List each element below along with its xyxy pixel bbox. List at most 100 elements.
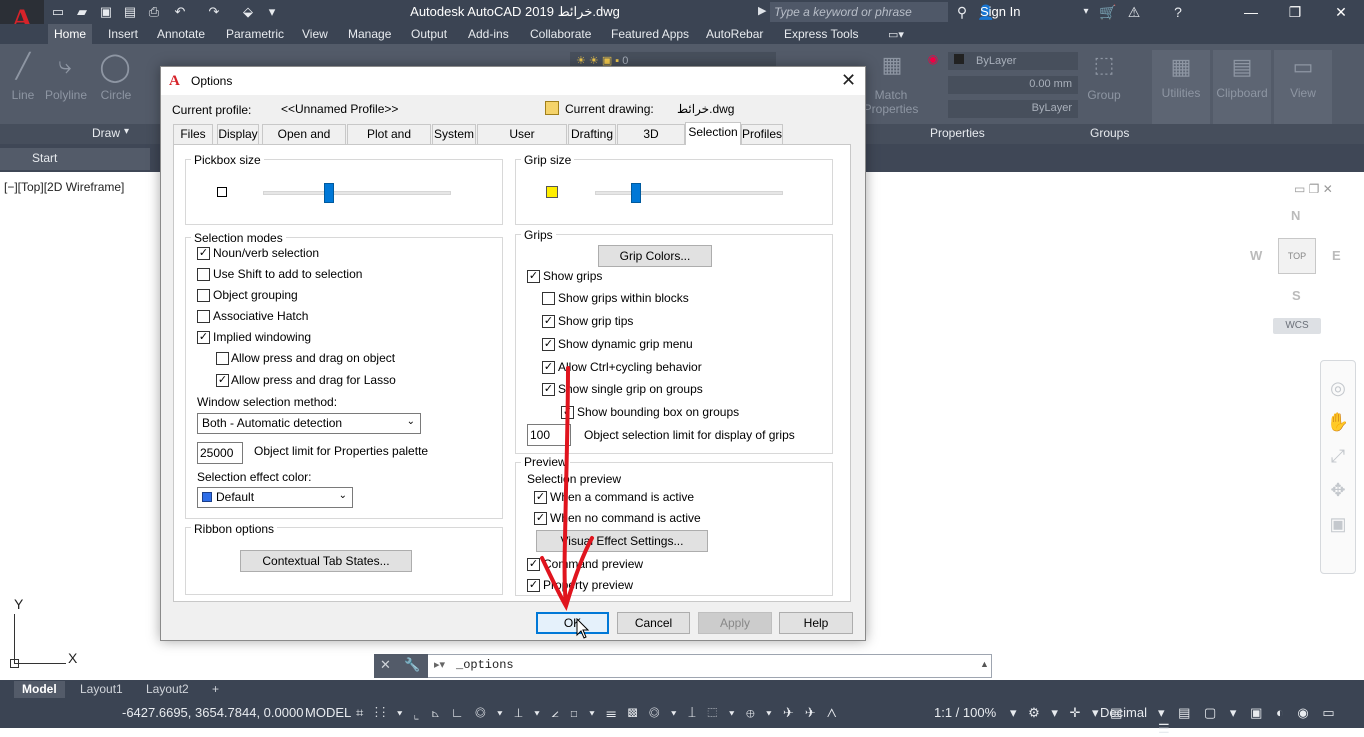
coordinates-readout[interactable]: -6427.6695, 3654.7844, 0.0000 — [122, 705, 303, 720]
press-drag-object-label[interactable]: Allow press and drag on object — [231, 351, 395, 365]
draw-panel-title[interactable]: Draw — [92, 126, 120, 140]
status-toolbar-icons[interactable]: ⌗ ⋮⋮ ▾ ⌞ ⊾ ∟ ◎ ▾ ⊥ ▾ ∠ ◻ ▾ ☰ ▩ ◎ ▾ ⟘ ⬚ ▾… — [356, 705, 840, 721]
save-as-icon[interactable]: ▤ — [122, 4, 138, 20]
command-prompt-icon[interactable]: ▸▾ — [434, 658, 445, 671]
object-grouping-label[interactable]: Object grouping — [213, 288, 298, 302]
show-grips-label[interactable]: Show grips — [543, 269, 602, 283]
layout-tab-layout2[interactable]: Layout2 — [138, 681, 197, 698]
compass-west[interactable]: W — [1250, 248, 1262, 263]
noun-verb-selection-label[interactable]: Noun/verb selection — [213, 246, 319, 260]
tab-system[interactable]: System — [432, 124, 476, 144]
tab-profiles[interactable]: Profiles — [741, 124, 783, 144]
window-method-select[interactable]: Both - Automatic detection ⌄ — [197, 413, 421, 434]
ribbon-tab-collaborate[interactable]: Collaborate — [524, 24, 597, 44]
wcs-menu[interactable]: WCS — [1273, 318, 1321, 334]
implied-windowing-checkbox[interactable]: ✓ — [197, 331, 210, 344]
grip-tips-label[interactable]: Show grip tips — [558, 314, 633, 328]
layout-tab-model[interactable]: Model — [14, 681, 65, 698]
help-icon[interactable]: ? — [1168, 3, 1188, 21]
associative-hatch-checkbox[interactable] — [197, 310, 210, 323]
ribbon-tab-addins[interactable]: Add-ins — [462, 24, 515, 44]
press-drag-lasso-checkbox[interactable]: ✓ — [216, 374, 229, 387]
customize-command-icon[interactable]: 🔧 — [404, 657, 420, 673]
close-window-button[interactable]: ✕ — [1318, 0, 1364, 24]
compass-south[interactable]: S — [1292, 288, 1301, 303]
showmotion-icon[interactable]: ▣ — [1321, 507, 1355, 541]
units-dropdown[interactable]: Decimal — [1100, 705, 1147, 720]
grip-colors-button[interactable]: Grip Colors... — [598, 245, 712, 267]
ribbon-tab-annotate[interactable]: Annotate — [151, 24, 211, 44]
dynamic-grip-menu-label[interactable]: Show dynamic grip menu — [558, 337, 693, 351]
group-tool-label[interactable]: Group — [1084, 88, 1124, 102]
navigation-bar[interactable]: ◎ ✋ ⤢ ✥ ▣ — [1320, 360, 1356, 574]
ribbon-tab-manage[interactable]: Manage — [342, 24, 397, 44]
draw-panel-expand-icon[interactable]: ▾ — [124, 126, 129, 137]
open-file-icon[interactable]: ▰ — [74, 4, 90, 20]
associative-hatch-label[interactable]: Associative Hatch — [213, 309, 308, 323]
grip-tips-checkbox[interactable]: ✓ — [542, 315, 555, 328]
tab-drafting[interactable]: Drafting — [568, 124, 616, 144]
ribbon-tab-parametric[interactable]: Parametric — [220, 24, 290, 44]
ribbon-tab-autorebar[interactable]: AutoRebar — [700, 24, 769, 44]
line-tool-label[interactable]: Line — [4, 88, 42, 102]
command-input[interactable]: _options — [456, 658, 514, 672]
zoom-extents-icon[interactable]: ⤢ — [1321, 439, 1355, 473]
grips-in-blocks-label[interactable]: Show grips within blocks — [558, 291, 689, 305]
press-drag-object-checkbox[interactable] — [216, 352, 229, 365]
steering-wheel-icon[interactable]: ◎ — [1321, 371, 1355, 405]
tab-3d-modeling[interactable]: 3D Modeling — [617, 124, 685, 159]
shift-add-checkbox[interactable] — [197, 268, 210, 281]
ribbon-tab-express-tools[interactable]: Express Tools — [778, 24, 864, 44]
show-grips-checkbox[interactable]: ✓ — [527, 270, 540, 283]
pickbox-slider-track[interactable] — [263, 191, 451, 195]
expand-search-icon[interactable]: ▶ — [758, 4, 766, 17]
ribbon-display-toggle-icon[interactable]: ▭▾ — [884, 26, 908, 44]
group-tool-icon[interactable]: ⬚ — [1086, 52, 1122, 78]
sign-in-button[interactable]: Sign In — [980, 4, 1020, 19]
viewport-controls[interactable]: [−][Top][2D Wireframe] — [4, 180, 124, 194]
noun-verb-selection-checkbox[interactable]: ✓ — [197, 247, 210, 260]
shift-add-label[interactable]: Use Shift to add to selection — [213, 267, 362, 281]
binoculars-icon[interactable]: ⚲ — [952, 3, 972, 21]
add-layout-icon[interactable]: + — [204, 681, 227, 698]
save-icon[interactable]: ▣ — [98, 4, 114, 20]
undo-icon[interactable]: ↶ — [172, 4, 188, 20]
share-icon[interactable]: ⬙ — [240, 4, 256, 20]
contextual-tab-states-button[interactable]: Contextual Tab States... — [240, 550, 412, 572]
help-search-input[interactable]: Type a keyword or phrase — [770, 2, 948, 22]
lineweight-dropdown[interactable]: 0.00 mm — [948, 76, 1078, 94]
layout-tab-layout1[interactable]: Layout1 — [72, 681, 131, 698]
sign-in-dropdown-icon[interactable]: ▾ — [1080, 3, 1092, 21]
pickbox-slider-thumb[interactable] — [323, 183, 334, 203]
restore-button[interactable]: ❐ — [1272, 0, 1318, 24]
grip-size-slider-thumb[interactable] — [631, 183, 642, 203]
ribbon-tab-featured-apps[interactable]: Featured Apps — [605, 24, 695, 44]
match-properties-label-2[interactable]: Properties — [860, 102, 922, 116]
press-drag-lasso-label[interactable]: Allow press and drag for Lasso — [231, 373, 396, 387]
plot-icon[interactable]: ⎙ — [146, 4, 162, 20]
match-properties-icon[interactable]: ▦ — [872, 52, 912, 78]
tab-files[interactable]: Files — [173, 124, 213, 144]
tab-user-preferences[interactable]: User Preferences — [477, 124, 567, 159]
autodesk-account-icon[interactable]: ⚠ — [1124, 3, 1144, 21]
polyline-tool-label[interactable]: Polyline — [42, 88, 90, 102]
command-history-icon[interactable]: ▲ — [980, 659, 989, 669]
compass-north[interactable]: N — [1291, 208, 1300, 223]
annotation-scale[interactable]: 1:1 / 100% — [934, 705, 996, 720]
cart-icon[interactable]: 🛒 — [1098, 3, 1118, 21]
object-limit-input[interactable]: 25000 — [197, 442, 243, 464]
redo-icon[interactable]: ↷ — [206, 4, 222, 20]
effect-color-select[interactable]: Default ⌄ — [197, 487, 353, 508]
object-grouping-checkbox[interactable] — [197, 289, 210, 302]
minimize-button[interactable]: — — [1228, 0, 1274, 24]
color-dropdown[interactable]: ByLayer — [948, 52, 1078, 70]
groups-panel-title[interactable]: Groups — [1090, 126, 1129, 140]
pan-hand-icon[interactable]: ✋ — [1321, 405, 1355, 439]
properties-panel-title[interactable]: Properties — [930, 126, 985, 140]
customize-qat-icon[interactable]: ▾ — [264, 4, 280, 20]
polyline-tool-icon[interactable]: ⤷ — [48, 52, 82, 80]
grip-size-slider-track[interactable] — [595, 191, 783, 195]
ribbon-tab-output[interactable]: Output — [405, 24, 453, 44]
close-command-icon[interactable]: ✕ — [380, 657, 391, 673]
viewcube-top-face[interactable]: TOP — [1278, 238, 1316, 274]
